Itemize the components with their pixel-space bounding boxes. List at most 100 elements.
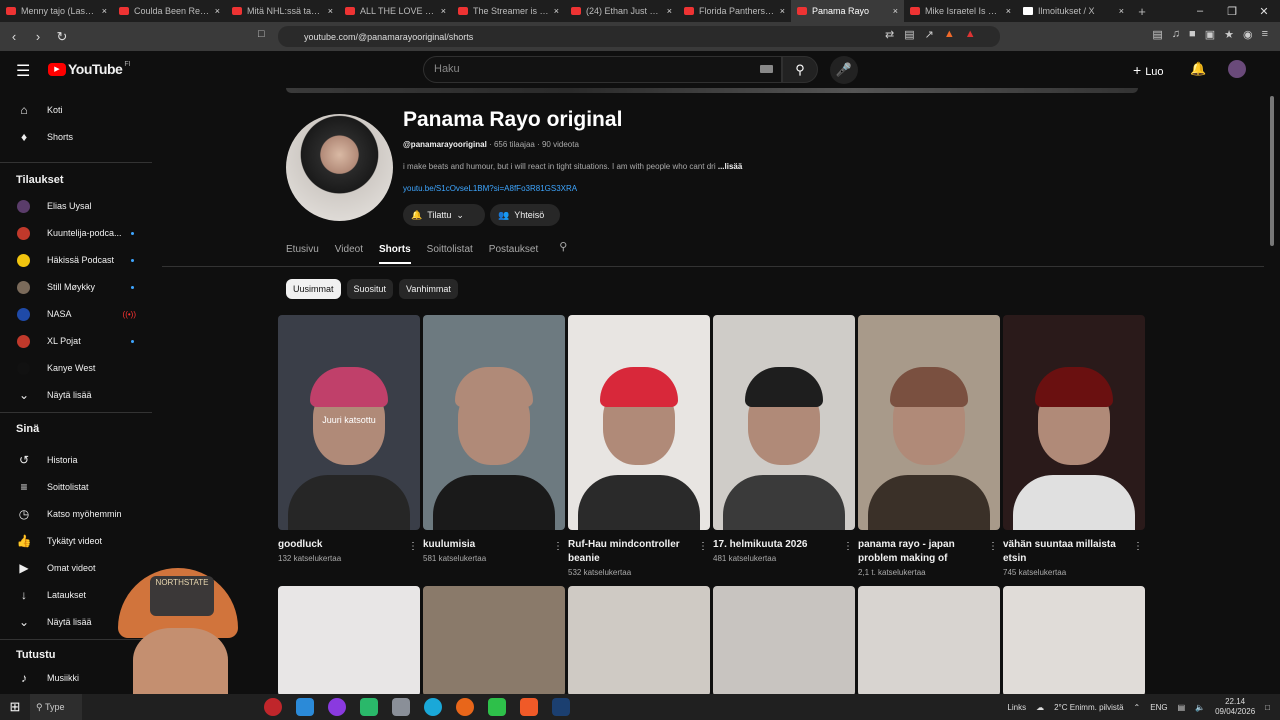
short-card[interactable]: 17. helmikuuta 2026 481 katselukertaa ⋮ [713,315,855,563]
community-button[interactable]: 👥 Yhteisö [490,204,560,226]
vpn-icon[interactable]: ◉ [1243,28,1253,41]
sidebar-subscription[interactable]: Elias Uysal [0,194,152,218]
browser-tab[interactable]: Menny tajo (Laskelmat) × [0,0,113,22]
create-button[interactable]: + Luo [1133,62,1164,78]
short-title[interactable]: goodluck [278,538,398,552]
channel-description[interactable]: i make beats and humour, but i will reac… [403,162,813,171]
notification-center-icon[interactable]: □ [1265,703,1270,712]
channel-avatar[interactable] [286,114,393,221]
more-options-icon[interactable]: ⋮ [553,541,563,552]
translate-icon[interactable]: ⇄ [885,28,894,41]
tab-etusivu[interactable]: Etusivu [286,240,319,264]
short-card[interactable]: Juuri katsottu goodluck 132 katselukertaa ⋮ [278,315,420,563]
browser-tab[interactable]: The Streamer is out of × [452,0,565,22]
short-card[interactable]: vähän suuntaa millaista etsin 745 katselu… [1003,315,1145,577]
browser-tab[interactable]: Mike Israetel Is Way To × [904,0,1017,22]
app-icon-opera[interactable] [264,698,282,716]
browser-tab[interactable]: Florida Panthers han × [678,0,791,22]
close-tab-icon[interactable]: × [667,6,672,16]
short-thumbnail[interactable] [713,586,855,696]
tab-soittolistat[interactable]: Soittolistat [427,240,473,264]
close-window-icon[interactable]: ✕ [1248,5,1280,18]
sidebar-item-shorts[interactable]: ♦ Shorts [0,125,152,149]
short-thumbnail[interactable] [568,586,710,696]
more-options-icon[interactable]: ⋮ [698,541,708,552]
new-tab-icon[interactable]: + [1130,4,1154,19]
links-label[interactable]: Links [1007,703,1026,712]
rewards-icon[interactable]: ▲ [965,28,976,41]
sidebar-item-koti[interactable]: ⌂ Koti [0,98,152,122]
language-indicator[interactable]: ENG [1150,703,1167,712]
browser-tab[interactable]: Panama Rayo × [791,0,904,22]
more-options-icon[interactable]: ⋮ [843,541,853,552]
close-tab-icon[interactable]: × [1006,6,1011,16]
back-icon[interactable]: ‹ [4,29,24,44]
chip-vanhimmat[interactable]: Vanhimmat [399,279,458,299]
close-tab-icon[interactable]: × [554,6,559,16]
short-thumbnail[interactable] [423,315,565,530]
sidebar-item-history[interactable]: ↺ Historia [0,448,152,472]
browser-tab[interactable]: ALL THE LOVE (feat. A) × [339,0,452,22]
app-icon-security[interactable] [392,698,410,716]
account-avatar[interactable] [1228,60,1246,78]
page-scrollbar[interactable] [1268,88,1276,694]
wallet-icon[interactable]: ▣ [1205,28,1215,41]
sidebar-toggle-icon[interactable]: ▤ [1152,28,1162,41]
voice-search-button[interactable]: 🎤 [830,56,858,84]
cast-icon[interactable]: ▤ [904,28,914,41]
tab-postaukset[interactable]: Postaukset [489,240,538,264]
browser-tab[interactable]: Coulda Been Records × [113,0,226,22]
tray-chevron-icon[interactable]: ⌃ [1134,703,1141,712]
more-link[interactable]: ...lisää [718,162,742,171]
short-thumbnail[interactable] [568,315,710,530]
search-button[interactable]: ⚲ [782,56,818,83]
search-input[interactable]: Haku [423,56,782,83]
close-tab-icon[interactable]: × [102,6,107,16]
app-icon-steam[interactable] [552,698,570,716]
tab-shorts[interactable]: Shorts [378,240,411,264]
channel-link[interactable]: youtu.be/S1cOvseL1BM?si=A8fFo3R81GS3XRA [403,184,577,193]
app-icon-messenger[interactable] [328,698,346,716]
short-title[interactable]: Ruf-Hau mindcontroller beanie [568,538,688,566]
volume-icon[interactable]: 🔈 [1195,703,1205,712]
short-thumbnail[interactable] [713,315,855,530]
sidebar-item-playlist[interactable]: ≡ Soittolistat [0,475,152,499]
sidebar-subscription[interactable]: NASA ((•)) [0,302,152,326]
minimize-icon[interactable]: – [1184,5,1216,18]
app-icon-photos[interactable] [296,698,314,716]
subscribe-button[interactable]: 🔔 Tilattu ⌄ [403,204,485,226]
browser-tab[interactable]: Ilmoitukset / X × [1017,0,1130,22]
browser-tab[interactable]: Mitä NHL:ssä tapahtuu × [226,0,339,22]
app-icon-edge[interactable] [424,698,442,716]
short-card[interactable] [423,586,565,696]
short-thumbnail[interactable] [1003,315,1145,530]
taskbar-search[interactable]: ⚲ Type [30,694,82,720]
keyboard-icon[interactable] [760,65,773,73]
panel-icon[interactable]: ■ [1189,28,1196,41]
clock[interactable]: 22.14 09/04/2026 [1215,697,1255,717]
media-icon[interactable]: ♫ [1172,28,1180,41]
short-card[interactable] [278,586,420,696]
app-icon-firefox[interactable] [456,698,474,716]
notifications-bell-icon[interactable]: 🔔 [1190,61,1206,77]
chip-uusimmat[interactable]: Uusimmat [286,279,341,299]
hamburger-menu-icon[interactable]: ☰ [16,61,30,81]
forward-icon[interactable]: › [28,29,48,44]
short-title[interactable]: 17. helmikuuta 2026 [713,538,833,552]
extensions-icon[interactable]: ★ [1224,28,1234,41]
close-tab-icon[interactable]: × [441,6,446,16]
close-tab-icon[interactable]: × [215,6,220,16]
share-icon[interactable]: ↗ [925,28,934,41]
reload-icon[interactable]: ↻ [52,29,72,45]
close-tab-icon[interactable]: × [1119,6,1124,16]
weather-text[interactable]: 2°C Enimm. pilvistä [1054,703,1123,712]
short-card[interactable] [1003,586,1145,696]
browser-menu-icon[interactable]: ≡ [1262,28,1268,41]
sidebar-subscription[interactable]: Kuuntelija-podca... [0,221,152,245]
you-heading[interactable]: Sinä [16,423,39,435]
short-thumbnail[interactable] [423,586,565,696]
sidebar-subscription[interactable]: Häkissä Podcast [0,248,152,272]
network-icon[interactable]: ▤ [1178,703,1186,712]
short-thumbnail[interactable] [858,315,1000,530]
short-thumbnail[interactable] [278,586,420,696]
